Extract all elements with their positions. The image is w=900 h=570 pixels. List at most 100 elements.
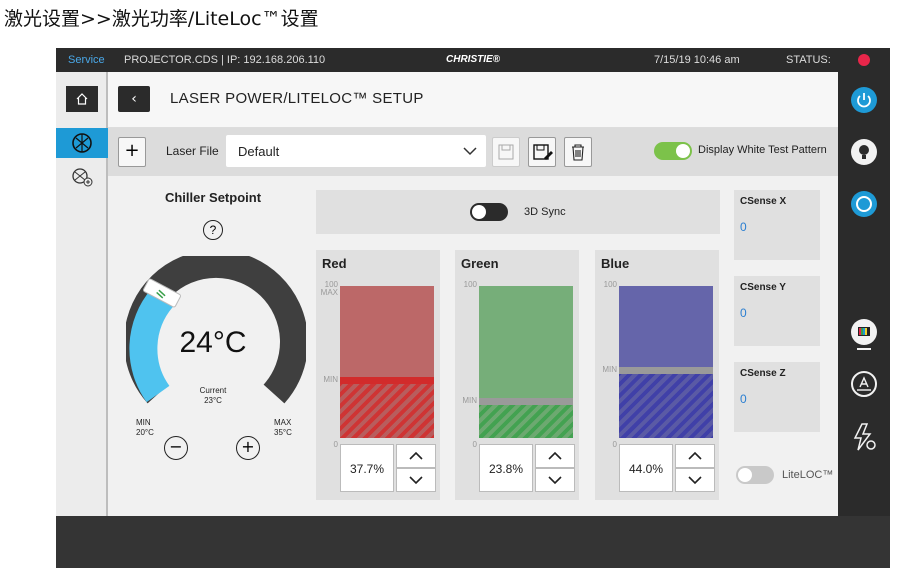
max-label: MAX	[274, 418, 292, 427]
channel-up-button[interactable]	[535, 444, 575, 468]
delete-button[interactable]	[564, 137, 592, 167]
chevron-left-icon: ‹	[131, 91, 137, 107]
tick-label: MAX	[320, 288, 338, 297]
channel-name: Blue	[601, 256, 630, 271]
csense-z-label: CSense Z	[740, 368, 786, 379]
laser-file-toolbar: + Laser File Default Display White Test …	[108, 128, 838, 176]
chevron-down-icon	[548, 476, 562, 485]
channel-min-region	[479, 402, 573, 438]
tick-label: MIN	[323, 375, 338, 384]
channel-percent: 23.8%	[479, 444, 533, 492]
channel-level-marker[interactable]	[479, 398, 573, 405]
tick-label: 0	[612, 440, 617, 449]
home-button[interactable]	[66, 86, 98, 112]
top-status-bar: Service PROJECTOR.CDS | IP: 192.168.206.…	[56, 48, 890, 72]
chiller-title: Chiller Setpoint	[164, 190, 262, 205]
toggle-knob	[738, 468, 752, 482]
setpoint-value: 24°C	[179, 326, 247, 359]
save-button-disabled[interactable]	[492, 137, 520, 167]
csense-x-label: CSense X	[740, 196, 787, 207]
channel-level-marker[interactable]	[340, 377, 434, 384]
back-button[interactable]: ‹	[118, 86, 150, 112]
left-nav	[56, 72, 108, 516]
channel-min-region	[619, 371, 713, 438]
add-button[interactable]: +	[118, 137, 146, 167]
save-as-button[interactable]	[528, 137, 556, 167]
liteloc-toggle[interactable]	[736, 466, 774, 484]
input-select-button[interactable]	[850, 370, 878, 398]
laser-gear-icon	[853, 423, 876, 451]
channel-down-button[interactable]	[675, 468, 715, 492]
channel-name: Green	[461, 256, 499, 271]
power-icon	[851, 87, 877, 113]
channel-min-region	[340, 381, 434, 438]
channel-down-button[interactable]	[535, 468, 575, 492]
toggle-knob	[676, 144, 690, 158]
csense-z-panel: CSense Z 0	[734, 362, 820, 432]
toggle-knob	[472, 205, 486, 219]
max-value: 35°C	[274, 428, 292, 437]
channel-percent: 37.7%	[340, 444, 394, 492]
increase-setpoint-button[interactable]: +	[236, 436, 260, 460]
csense-x-value: 0	[740, 220, 747, 234]
tick-label: 0	[472, 440, 477, 449]
channel-percent: 44.0%	[619, 444, 673, 492]
csense-y-value: 0	[740, 306, 747, 320]
laser-aperture-icon	[72, 133, 92, 153]
service-link[interactable]: Service	[68, 54, 105, 66]
display-white-label: Display White Test Pattern	[698, 144, 827, 156]
channel-up-button[interactable]	[675, 444, 715, 468]
decrease-setpoint-button[interactable]: −	[164, 436, 188, 460]
laser-settings-button[interactable]	[850, 422, 878, 451]
tick-label: 100	[603, 280, 617, 289]
liteloc-label: LiteLOC™	[782, 469, 834, 481]
help-icon[interactable]: ?	[203, 220, 223, 240]
current-label: Current	[199, 386, 227, 395]
chevron-up-icon	[409, 451, 423, 460]
brand-logo: CHRISTIE®	[446, 54, 501, 65]
light-bulb-icon	[851, 139, 877, 165]
laser-settings-icon	[72, 168, 93, 187]
test-pattern-icon	[851, 319, 877, 350]
tick-label: MIN	[602, 365, 617, 374]
laser-file-select[interactable]: Default	[226, 135, 486, 167]
save-edit-icon	[533, 144, 553, 160]
page-caption: 激光设置>>激光功率/LiteLoc™设置	[4, 8, 319, 30]
lamp-button[interactable]	[850, 138, 878, 166]
tick-label: 0	[333, 440, 338, 449]
channel-panel-red: Red 100 MAX MIN 0 37.7%	[316, 250, 440, 500]
power-button[interactable]	[850, 86, 878, 114]
chiller-section: Chiller Setpoint ? 24°C Current 23°C MIN…	[108, 176, 318, 516]
chevron-down-icon	[462, 141, 478, 164]
datetime: 7/15/19 10:46 am	[654, 54, 740, 66]
3d-sync-label: 3D Sync	[524, 206, 566, 218]
channel-up-button[interactable]	[396, 444, 436, 468]
device-info: PROJECTOR.CDS | IP: 192.168.206.110	[124, 54, 326, 66]
bottom-bar	[56, 516, 890, 568]
3d-sync-toggle[interactable]	[470, 203, 508, 221]
csense-x-panel: CSense X 0	[734, 190, 820, 260]
shutter-button[interactable]	[850, 190, 878, 218]
min-label: MIN	[136, 418, 151, 427]
status-label: STATUS:	[786, 54, 831, 66]
channel-level-marker[interactable]	[619, 367, 713, 374]
laser-file-value: Default	[238, 144, 280, 159]
display-white-toggle[interactable]	[654, 142, 692, 160]
input-a-icon	[851, 371, 877, 397]
test-pattern-button[interactable]	[850, 318, 878, 350]
home-icon	[76, 93, 88, 105]
status-indicator[interactable]	[858, 54, 870, 66]
laser-file-label: Laser File	[166, 144, 219, 158]
main-content: ‹ LASER POWER/LITELOC™ SETUP + Laser Fil…	[108, 72, 838, 516]
right-nav	[838, 72, 890, 516]
csense-y-panel: CSense Y 0	[734, 276, 820, 346]
tick-label: 100	[463, 280, 477, 289]
channel-down-button[interactable]	[396, 468, 436, 492]
tick-label: MIN	[462, 396, 477, 405]
laser-add-nav-item[interactable]	[66, 164, 98, 190]
laser-nav-item[interactable]	[56, 128, 108, 158]
page-title: LASER POWER/LITELOC™ SETUP	[170, 90, 424, 107]
current-value: 23°C	[204, 396, 222, 405]
channel-name: Red	[322, 256, 347, 271]
trash-icon	[572, 144, 584, 161]
